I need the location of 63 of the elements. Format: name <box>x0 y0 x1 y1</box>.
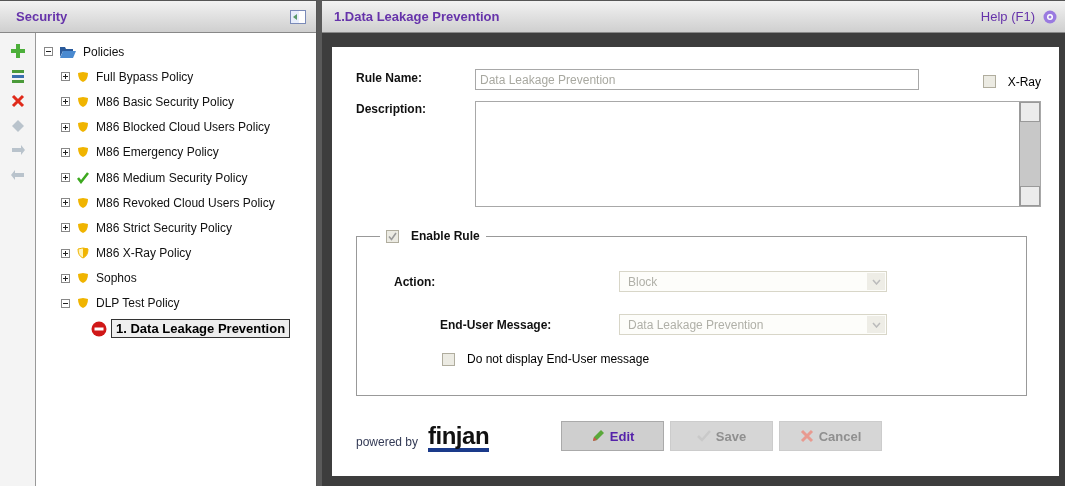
field-label: Rule Name: <box>356 71 424 87</box>
checkbox-label: Do not display End-User message <box>467 352 650 366</box>
powered-by-text: powered by <box>356 435 419 449</box>
checkbox[interactable] <box>982 75 996 88</box>
tree-item[interactable]: M86 Strict Security Policy <box>96 220 233 235</box>
tree-item[interactable]: 1. Data Leakage Prevention <box>111 319 291 339</box>
help-icon[interactable] <box>1043 9 1057 24</box>
expand-icon[interactable] <box>61 248 70 258</box>
checkbox-label: Enable Rule <box>411 229 480 243</box>
tree-item[interactable]: Full Bypass Policy <box>96 69 194 84</box>
field-label: End-User Message: <box>440 317 553 332</box>
folder-icon <box>60 45 76 58</box>
collapse-icon[interactable] <box>44 47 53 57</box>
expand-icon[interactable] <box>61 72 70 82</box>
shield-icon <box>77 121 89 134</box>
tree-item[interactable]: M86 Medium Security Policy <box>96 170 248 185</box>
expand-icon[interactable] <box>61 147 70 157</box>
tree-item[interactable]: M86 Revoked Cloud Users Policy <box>96 195 275 210</box>
block-icon <box>91 320 107 337</box>
expand-icon[interactable] <box>61 198 70 208</box>
tree-item[interactable]: Policies <box>83 44 125 59</box>
expand-icon[interactable] <box>61 223 70 233</box>
field-label: Action: <box>394 274 437 289</box>
shield-icon <box>77 70 89 83</box>
checkbox[interactable] <box>442 352 455 366</box>
logo: finjan <box>428 424 490 452</box>
expand-icon[interactable] <box>61 273 70 283</box>
expand-icon[interactable] <box>61 173 70 183</box>
shield-icon <box>77 297 89 310</box>
shield-icon <box>77 247 89 260</box>
plus-icon[interactable] <box>9 43 26 59</box>
tree-item[interactable]: Sophos <box>96 271 137 286</box>
shield-icon <box>77 196 89 209</box>
help-link[interactable]: Help (F1) <box>980 9 1035 24</box>
delete-icon[interactable] <box>9 93 26 109</box>
pencil-icon <box>590 429 605 443</box>
field-label: Description: <box>356 102 427 118</box>
tree-item[interactable]: DLP Test Policy <box>96 296 180 311</box>
check-icon <box>77 171 89 184</box>
scrollbar[interactable] <box>1019 102 1040 206</box>
panel-title: Security <box>16 9 68 24</box>
chevron-icon <box>871 321 881 328</box>
panel-title: 1.Data Leakage Prevention <box>334 9 500 24</box>
tree-item[interactable]: M86 Emergency Policy <box>96 145 219 160</box>
checkbox[interactable] <box>386 229 399 243</box>
list-icon[interactable] <box>9 68 26 84</box>
tree-item[interactable]: M86 X-Ray Policy <box>96 246 192 261</box>
shield-icon <box>77 146 89 159</box>
tree-item[interactable]: M86 Blocked Cloud Users Policy <box>96 120 271 135</box>
collapse-panel-icon[interactable] <box>290 9 306 24</box>
close-icon <box>799 429 814 443</box>
chevron-icon <box>871 278 881 285</box>
shield-icon <box>77 95 89 108</box>
shield-icon <box>77 272 89 285</box>
checkbox-label: X-Ray <box>1007 74 1041 89</box>
edit-button[interactable]: Edit <box>561 421 665 451</box>
description-field[interactable] <box>475 101 1041 207</box>
expand-icon[interactable] <box>61 122 70 132</box>
tree-item[interactable]: M86 Basic Security Policy <box>96 94 235 109</box>
collapse-icon[interactable] <box>61 298 70 308</box>
splitter-handle[interactable] <box>317 0 322 486</box>
expand-icon[interactable] <box>61 97 70 107</box>
shield-icon <box>77 221 89 234</box>
